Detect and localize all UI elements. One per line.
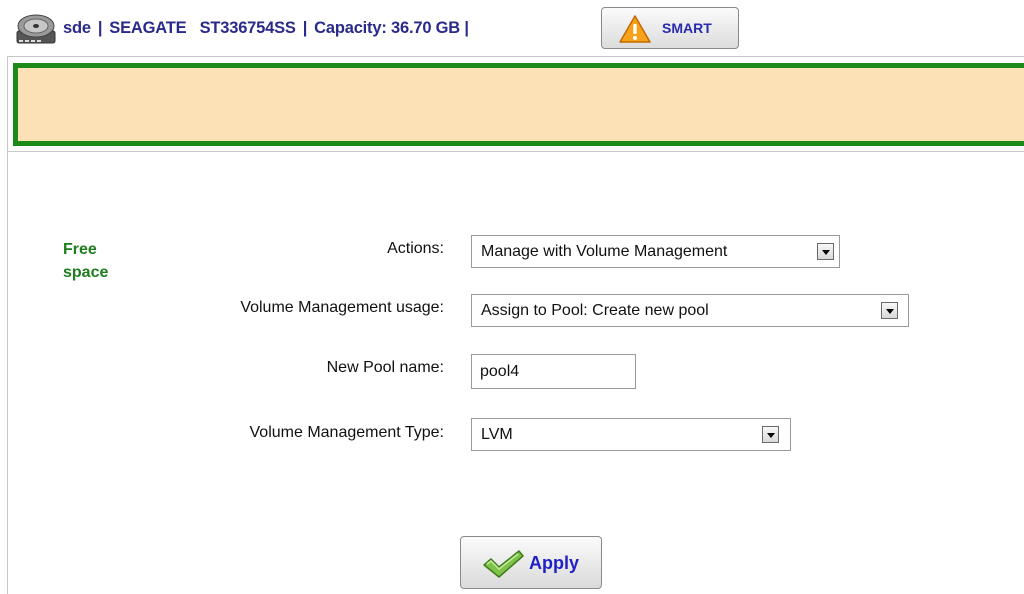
disk-info: sde | SEAGATE ST336754SS | Capacity: 36.70 G… (63, 19, 469, 38)
chevron-down-icon[interactable] (817, 243, 834, 260)
disk-management-page: sde | SEAGATE ST336754SS | Capacity: 36.70 G… (0, 0, 1024, 594)
section-label: Free space (63, 241, 109, 281)
disk-header: sde | SEAGATE ST336754SS | Capacity: 36.70 G… (0, 0, 1024, 56)
separator: | (302, 19, 308, 37)
model-name: ST336754SS (199, 19, 296, 37)
usage-label: Volume Management usage: (240, 299, 444, 316)
actions-value: Manage with Volume Management (481, 243, 728, 260)
type-label: Volume Management Type: (249, 424, 445, 441)
type-select[interactable]: LVM (471, 418, 791, 451)
device-name: sde (63, 19, 91, 37)
smart-button-label: SMART (662, 20, 712, 36)
apply-button[interactable]: Apply (460, 536, 602, 589)
vendor-name: SEAGATE (109, 19, 187, 37)
actions-label: Actions: (387, 240, 444, 257)
separator: | (464, 19, 469, 37)
apply-button-label: Apply (529, 553, 580, 573)
chevron-down-icon[interactable] (881, 302, 898, 319)
pool-name-input[interactable]: pool4 (471, 354, 636, 389)
separator: | (97, 19, 103, 37)
checkmark-icon (483, 550, 524, 578)
type-value: LVM (481, 426, 513, 443)
usage-value: Assign to Pool: Create new pool (481, 302, 709, 319)
warning-triangle-icon (619, 15, 651, 43)
actions-select[interactable]: Manage with Volume Management (471, 235, 840, 268)
capacity-text: Capacity: 36.70 GB (314, 19, 461, 37)
usage-select[interactable]: Assign to Pool: Create new pool (471, 294, 909, 327)
hard-disk-icon (16, 14, 56, 44)
pool-name-label: New Pool name: (326, 359, 444, 376)
chevron-down-icon[interactable] (762, 426, 779, 443)
smart-button[interactable]: SMART (601, 7, 739, 49)
status-banner (13, 63, 1024, 146)
